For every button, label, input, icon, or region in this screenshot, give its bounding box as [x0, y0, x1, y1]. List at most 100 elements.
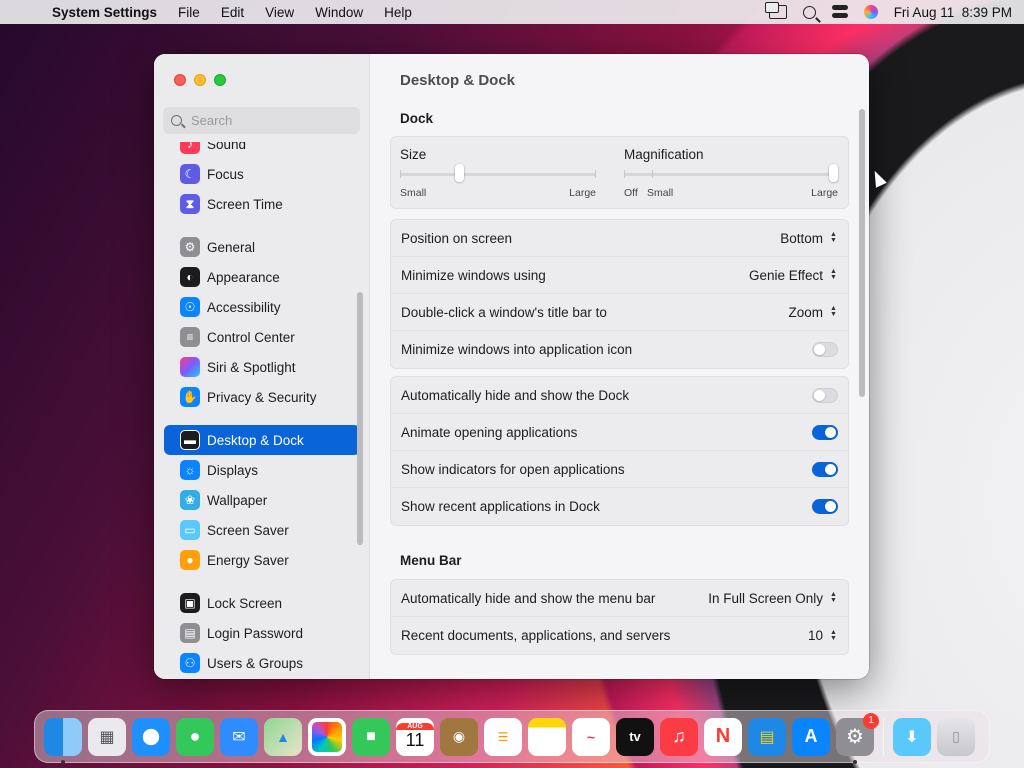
sidebar-item-desktop-dock[interactable]: ▬ Desktop & Dock — [164, 425, 360, 455]
show-indicators-row: Show indicators for open applications — [391, 451, 848, 488]
sidebar-item-displays[interactable]: ☼ Displays — [164, 455, 360, 485]
size-slider-thumb[interactable] — [454, 164, 464, 182]
dock-separator — [883, 717, 884, 756]
close-button[interactable] — [174, 74, 186, 86]
position-select[interactable]: Bottom ▲ ▼ — [780, 231, 838, 246]
sidebar-item-energy-saver[interactable]: ● Energy Saver — [164, 545, 360, 575]
sidebar-item-wallpaper[interactable]: ❀ Wallpaper — [164, 485, 360, 515]
sidebar-item-lock-screen[interactable]: ▣ Lock Screen — [164, 588, 360, 618]
downloads-folder-icon[interactable]: ⬇ — [893, 717, 931, 756]
recent-items-select[interactable]: 10 ▲ ▼ — [808, 628, 838, 643]
control-center-icon[interactable] — [831, 5, 848, 19]
sidebar-item-sound[interactable]: ♪ Sound — [164, 142, 360, 159]
sidebar-item-label: Privacy & Security — [207, 389, 317, 405]
lightbulb-icon: ● — [180, 550, 200, 570]
music-icon[interactable]: ♫ — [660, 717, 698, 756]
sidebar-item-label: Users & Groups — [207, 655, 304, 671]
mouse-cursor — [869, 168, 887, 188]
minimize-into-icon-row: Minimize windows into application icon — [391, 331, 848, 368]
messages-icon[interactable]: ● — [176, 717, 214, 756]
calendar-day: 11 — [405, 729, 425, 750]
minimize-effect-select[interactable]: Genie Effect ▲ ▼ — [749, 268, 838, 283]
news-icon[interactable]: N — [704, 717, 742, 756]
finder-icon[interactable] — [44, 717, 82, 764]
sidebar-item-control-center[interactable]: ≡ Control Center — [164, 322, 360, 352]
minimize-button[interactable] — [194, 74, 206, 86]
keynote-icon[interactable]: ▤ — [748, 717, 786, 756]
photos-icon[interactable] — [308, 717, 346, 756]
reminders-icon[interactable]: ☰ — [484, 717, 522, 756]
notes-icon[interactable] — [528, 717, 566, 756]
sidebar-item-screen-saver[interactable]: ▭ Screen Saver — [164, 515, 360, 545]
sidebar-item-label: General — [207, 239, 256, 255]
sidebar: ♪ Sound ☾ Focus ⧗ Screen Time ⚙ General ◐ App… — [154, 54, 370, 679]
siri-icon[interactable] — [863, 5, 878, 19]
show-indicators-toggle[interactable] — [812, 461, 838, 477]
flower-icon: ❀ — [180, 490, 200, 510]
menu-file[interactable]: File — [178, 5, 200, 20]
chevron-updown-icon: ▲ ▼ — [830, 628, 837, 642]
page-title: Desktop & Dock — [400, 72, 516, 89]
minimize-effect-label: Minimize windows using — [401, 267, 546, 283]
sidebar-item-general[interactable]: ⚙ General — [164, 232, 360, 262]
menu-app-name[interactable]: System Settings — [52, 5, 157, 20]
recent-items-label: Recent documents, applications, and serv… — [401, 628, 671, 643]
animate-opening-toggle[interactable] — [812, 424, 838, 440]
chevron-updown-icon: ▲ ▼ — [830, 305, 837, 318]
apple-tv-icon[interactable]: tv — [616, 717, 654, 756]
dock-behavior-group: Automatically hide and show the Dock Ani… — [390, 376, 849, 526]
launchpad-icon[interactable]: ▦ — [88, 717, 126, 756]
size-slider-track[interactable] — [400, 173, 596, 176]
position-row: Position on screen Bottom ▲ ▼ — [391, 220, 848, 257]
freeform-icon[interactable]: ~ — [572, 717, 610, 756]
trash-icon[interactable]: ▯ — [937, 717, 975, 756]
sidebar-item-siri-spotlight[interactable]: Siri & Spotlight — [164, 352, 360, 382]
sidebar-scrollbar[interactable] — [357, 292, 363, 545]
menu-bar: System Settings File Edit View Window He… — [0, 0, 1024, 24]
sidebar-item-users-groups[interactable]: ⚇ Users & Groups — [164, 648, 360, 678]
contacts-icon[interactable]: ◉ — [440, 717, 478, 756]
section-title-menu-bar: Menu Bar — [400, 553, 462, 568]
recent-items-value: 10 — [807, 628, 823, 643]
sidebar-item-focus[interactable]: ☾ Focus — [164, 159, 360, 189]
safari-icon[interactable] — [132, 717, 170, 756]
menu-edit[interactable]: Edit — [221, 5, 244, 20]
menu-clock[interactable]: Fri Aug 11 8:39 PM — [894, 5, 1012, 20]
facetime-icon[interactable]: ■ — [352, 717, 390, 756]
menu-window[interactable]: Window — [315, 5, 363, 20]
spotlight-icon[interactable] — [802, 5, 816, 19]
recent-items-row: Recent documents, applications, and serv… — [391, 617, 848, 654]
search-icon — [171, 115, 182, 126]
double-click-select[interactable]: Zoom ▲ ▼ — [788, 305, 838, 320]
show-recent-label: Show recent applications in Dock — [401, 499, 600, 514]
zoom-button[interactable] — [214, 74, 226, 86]
menu-view[interactable]: View — [265, 5, 294, 20]
search-input[interactable] — [191, 113, 341, 128]
maps-icon[interactable]: ▲ — [264, 717, 302, 756]
app-store-icon[interactable]: A — [792, 717, 830, 756]
sidebar-item-appearance[interactable]: ◐ Appearance — [164, 262, 360, 292]
search-field[interactable] — [163, 107, 360, 134]
magnification-slider-thumb[interactable] — [829, 164, 838, 182]
control-center-icon: ≡ — [180, 327, 200, 347]
autohide-menubar-select[interactable]: In Full Screen Only ▲ ▼ — [708, 591, 838, 606]
sidebar-item-screen-time[interactable]: ⧗ Screen Time — [164, 189, 360, 219]
menu-help[interactable]: Help — [384, 5, 412, 20]
mail-icon[interactable]: ✉ — [220, 717, 258, 756]
minimize-into-icon-toggle[interactable] — [812, 342, 838, 357]
sidebar-item-privacy-security[interactable]: ✋ Privacy & Security — [164, 382, 360, 412]
autohide-dock-label: Automatically hide and show the Dock — [401, 387, 630, 403]
stage-manager-icon[interactable] — [764, 2, 787, 19]
sidebar-item-accessibility[interactable]: ☉ Accessibility — [164, 292, 360, 322]
gear-icon: ⚙ — [180, 237, 200, 257]
calendar-icon[interactable]: AUG 11 — [396, 717, 434, 756]
show-recent-toggle[interactable] — [812, 499, 838, 514]
sidebar-item-label: Screen Time — [207, 196, 283, 212]
animate-opening-label: Animate opening applications — [401, 424, 578, 440]
magnification-slider-track[interactable] — [624, 173, 834, 176]
sidebar-item-login-password[interactable]: ▤ Login Password — [164, 618, 360, 648]
system-settings-icon[interactable]: ⚙ 1 — [836, 712, 879, 764]
autohide-dock-toggle[interactable] — [812, 387, 838, 403]
main-scrollbar[interactable] — [859, 109, 865, 397]
dock-icon: ▬ — [180, 430, 200, 450]
